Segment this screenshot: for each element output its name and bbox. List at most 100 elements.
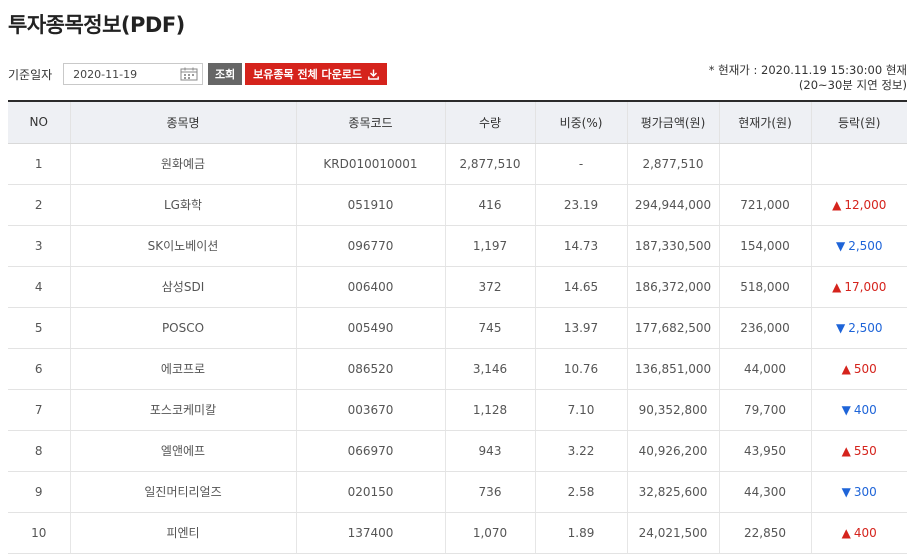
cell-quantity: 1,128: [444, 389, 535, 431]
cell-name: 원화예금: [69, 143, 296, 185]
holdings-table: NO 종목명 종목코드 수량 비중(%) 평가금액(원) 현재가(원) 등락(원…: [8, 100, 907, 554]
table-row: 6 에코프로 086520 3,146 10.76 136,851,000 44,000 ▲ 5…: [8, 348, 907, 390]
cell-no: 5: [8, 307, 70, 349]
table-row: 8 엘앤에프 066970 943 3.22 40,926,200 43,950 ▲ 550: [8, 430, 907, 472]
cell-no: 3: [8, 225, 70, 267]
cell-code: 020150: [295, 471, 445, 513]
download-all-button[interactable]: 보유종목 전체 다운로드: [245, 63, 388, 85]
cell-quantity: 943: [444, 430, 535, 472]
change-amount: 550: [853, 443, 877, 458]
cell-price: 44,000: [718, 348, 811, 390]
cell-price: 721,000: [718, 184, 811, 226]
cell-code: KRD010010001: [295, 143, 445, 185]
cell-name: 엘앤에프: [69, 430, 296, 472]
cell-quantity: 1,070: [444, 512, 535, 554]
cell-no: 4: [8, 266, 70, 308]
cell-no: 1: [8, 143, 70, 185]
cell-price: 79,700: [718, 389, 811, 431]
cell-weight: 10.76: [534, 348, 627, 390]
change-value: ▼ 2,500: [836, 321, 883, 335]
cell-change: ▼ 300: [810, 471, 907, 513]
cell-weight: 2.58: [534, 471, 627, 513]
date-field[interactable]: 2020-11-19: [63, 63, 204, 85]
cell-quantity: 372: [444, 266, 535, 308]
cell-weight: 7.10: [534, 389, 627, 431]
cell-weight: -: [534, 143, 627, 185]
cell-weight: 3.22: [534, 430, 627, 472]
change-amount: 17,000: [844, 279, 887, 294]
calendar-icon[interactable]: [180, 67, 198, 81]
cell-value: 136,851,000: [626, 348, 719, 390]
cell-value: 2,877,510: [626, 143, 719, 185]
up-arrow-icon: ▲: [832, 197, 842, 212]
cell-change: ▼ 2,500: [810, 225, 907, 267]
change-value: ▲ 400: [842, 526, 877, 540]
cell-change: ▲ 500: [810, 348, 907, 390]
cell-quantity: 416: [444, 184, 535, 226]
header-code: 종목코드: [295, 100, 445, 144]
cell-quantity: 2,877,510: [444, 143, 535, 185]
cell-weight: 1.89: [534, 512, 627, 554]
cell-value: 177,682,500: [626, 307, 719, 349]
cell-value: 40,926,200: [626, 430, 719, 472]
header-name: 종목명: [69, 100, 296, 144]
cell-no: 9: [8, 471, 70, 513]
up-arrow-icon: ▲: [841, 443, 851, 458]
toolbar: 기준일자 2020-11-19 조회 보유종목 전체 다운로드: [8, 63, 388, 85]
cell-price: 44,300: [718, 471, 811, 513]
download-icon: [368, 69, 379, 80]
cell-value: 24,021,500: [626, 512, 719, 554]
header-price: 현재가(원): [718, 100, 811, 144]
change-value: ▲ 17,000: [832, 280, 886, 294]
cell-value: 32,825,600: [626, 471, 719, 513]
table-row: 9 일진머티리얼즈 020150 736 2.58 32,825,600 44,300 ▼ 30…: [8, 471, 907, 513]
down-arrow-icon: ▼: [835, 320, 846, 335]
change-value: ▲ 500: [842, 362, 877, 376]
up-arrow-icon: ▲: [832, 279, 842, 294]
cell-weight: 23.19: [534, 184, 627, 226]
header-change: 등락(원): [810, 100, 907, 144]
cell-change: ▲ 550: [810, 430, 907, 472]
change-value: ▼ 300: [842, 485, 877, 499]
cell-code: 096770: [295, 225, 445, 267]
price-notice-time: * 현재가 : 2020.11.19 15:30:00 현재: [708, 63, 907, 77]
cell-price: 43,950: [718, 430, 811, 472]
header-no: NO: [8, 100, 70, 144]
table-row: 1 원화예금 KRD010010001 2,877,510-2,877,510: [8, 143, 907, 185]
cell-value: 90,352,800: [626, 389, 719, 431]
table-row: 10 피엔티 137400 1,070 1.89 24,021,500 22,850 ▲ 400: [8, 512, 907, 554]
cell-name: 삼성SDI: [69, 266, 296, 308]
table-row: 2 LG화학 051910 416 23.19 294,944,000 721,000 ▲ 12…: [8, 184, 907, 226]
cell-no: 10: [8, 512, 70, 554]
down-arrow-icon: ▼: [841, 484, 851, 499]
date-label: 기준일자: [8, 67, 53, 82]
cell-change: [810, 143, 907, 185]
change-amount: 400: [853, 402, 877, 417]
cell-change: ▲ 12,000: [810, 184, 907, 226]
cell-quantity: 1,197: [444, 225, 535, 267]
cell-name: 에코프로: [69, 348, 296, 390]
down-arrow-icon: ▼: [835, 238, 846, 253]
search-button[interactable]: 조회: [208, 63, 243, 85]
cell-weight: 13.97: [534, 307, 627, 349]
download-all-label: 보유종목 전체 다운로드: [253, 68, 363, 81]
cell-quantity: 3,146: [444, 348, 535, 390]
cell-code: 051910: [295, 184, 445, 226]
change-amount: 400: [853, 525, 877, 540]
cell-change: ▲ 17,000: [810, 266, 907, 308]
cell-code: 066970: [295, 430, 445, 472]
page-title: 투자종목정보(PDF): [8, 13, 185, 37]
cell-change: ▼ 2,500: [810, 307, 907, 349]
table-row: 7 포스코케미칼 003670 1,128 7.10 90,352,800 79,700 ▼ 4…: [8, 389, 907, 431]
cell-code: 086520: [295, 348, 445, 390]
date-value: 2020-11-19: [73, 67, 138, 81]
cell-code: 003670: [295, 389, 445, 431]
cell-name: 포스코케미칼: [69, 389, 296, 431]
header-weight: 비중(%): [534, 100, 627, 144]
price-notice: * 현재가 : 2020.11.19 15:30:00 현재 (20~30분 지…: [709, 63, 907, 93]
cell-price: [718, 143, 811, 185]
cell-name: 일진머티리얼즈: [69, 471, 296, 513]
change-value: ▲ 550: [842, 444, 877, 458]
up-arrow-icon: ▲: [841, 525, 851, 540]
change-value: ▲ 12,000: [832, 198, 886, 212]
